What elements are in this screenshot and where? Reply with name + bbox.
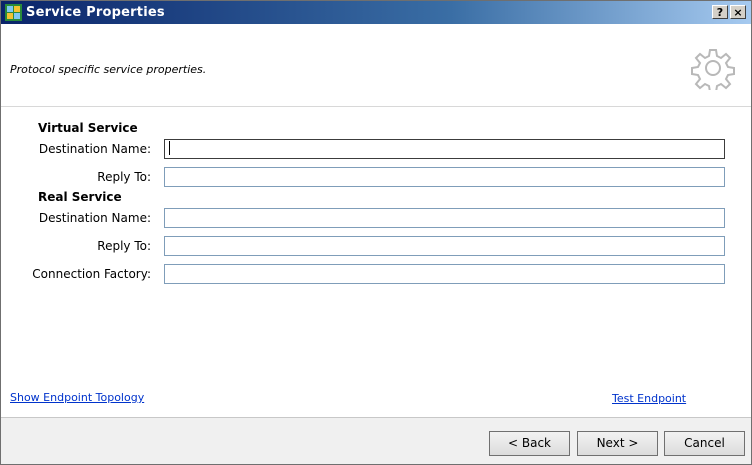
real-reply-to-label: Reply To: — [97, 239, 151, 253]
virtual-service-heading: Virtual Service — [38, 121, 138, 135]
page-subtitle: Protocol specific service properties. — [10, 63, 207, 76]
back-button[interactable]: < Back — [489, 431, 570, 456]
virtual-destination-name-label: Destination Name: — [38, 142, 151, 156]
virtual-reply-to-input[interactable] — [164, 167, 725, 187]
cancel-button[interactable]: Cancel — [664, 431, 745, 456]
gear-icon — [691, 49, 735, 90]
real-destination-name-input[interactable] — [164, 208, 725, 228]
real-destination-name-label: Destination Name: — [38, 211, 151, 225]
real-reply-to-input[interactable] — [164, 236, 725, 256]
virtual-reply-to-label: Reply To: — [97, 170, 151, 184]
virtual-destination-name-input[interactable] — [164, 139, 725, 159]
window-title: Service Properties — [26, 5, 165, 20]
service-properties-dialog: Service Properties ? × Protocol specific… — [0, 0, 752, 465]
text-caret — [169, 141, 170, 155]
close-button[interactable]: × — [730, 5, 746, 19]
connection-factory-label: Connection Factory: — [32, 267, 151, 281]
connection-factory-input[interactable] — [164, 264, 725, 284]
title-bar[interactable]: Service Properties ? × — [1, 1, 751, 24]
real-service-heading: Real Service — [38, 190, 122, 204]
show-endpoint-topology-link[interactable]: Show Endpoint Topology — [10, 391, 144, 404]
service-properties-icon — [5, 4, 22, 21]
next-button[interactable]: Next > — [577, 431, 658, 456]
help-button[interactable]: ? — [712, 5, 728, 19]
header-panel: Protocol specific service properties. — [1, 24, 751, 107]
test-endpoint-link[interactable]: Test Endpoint — [612, 392, 686, 405]
